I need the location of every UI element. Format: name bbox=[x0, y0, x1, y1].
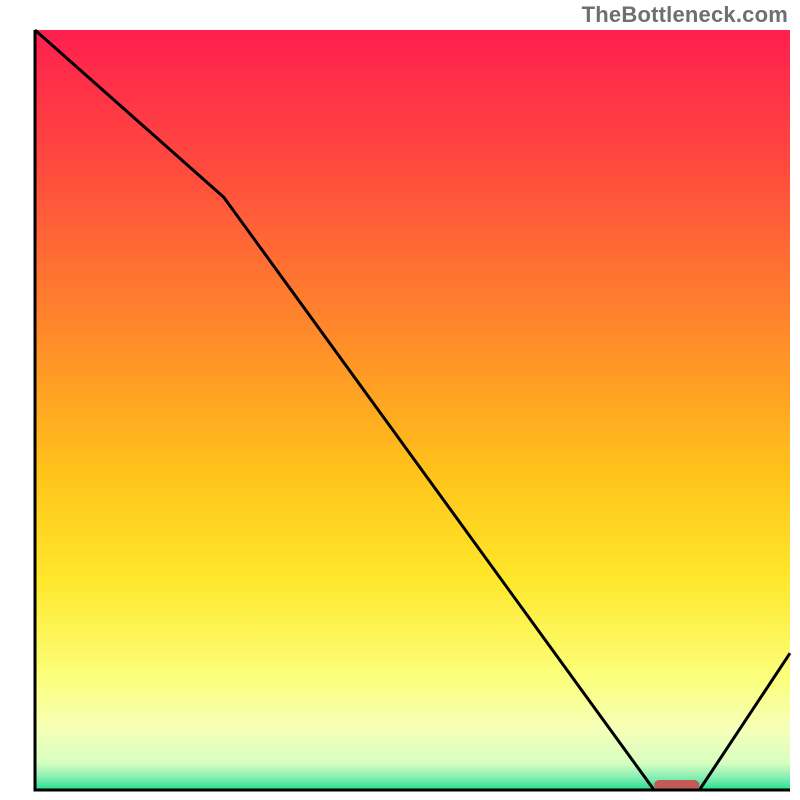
chart-svg bbox=[0, 0, 800, 800]
chart-container: TheBottleneck.com bbox=[0, 0, 800, 800]
plot-background bbox=[35, 30, 790, 790]
